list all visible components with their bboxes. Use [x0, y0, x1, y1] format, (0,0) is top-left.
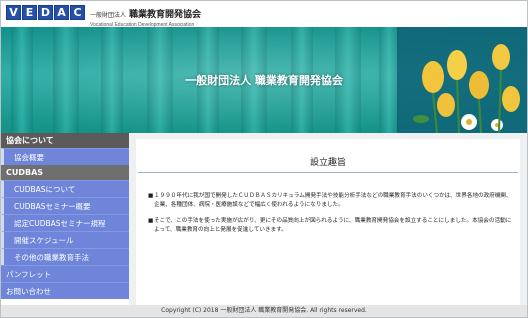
site-footer: Copyright (C) 2018 一般財団法人 職業教育開発協会. All …	[1, 305, 527, 317]
logo-letter: C	[70, 5, 85, 20]
org-title: 一般財団法人 職業教育開発協会 Vocational Education Deve…	[90, 4, 201, 28]
page-frame: V E D A C 一般財団法人 職業教育開発協会 Vocational Educ…	[0, 0, 528, 318]
hero-banner: 一般財団法人 職業教育開発協会	[1, 27, 527, 133]
bullet-icon: ■	[148, 193, 154, 199]
logo-letter: V	[6, 5, 21, 20]
bullet-icon: ■	[148, 218, 154, 224]
sidebar-item-seminar-rules[interactable]: 認定CUDBASセミナー規程	[1, 214, 129, 231]
paragraph-text: １９９０年代に我が国で開発したＣＵＤＢＡＳカリキュラム開発手法や技能分析手法など…	[154, 193, 512, 208]
purpose-paragraph-2: ■ そこで、この手法を使った実施が広がり、更にその品質向上が図られるように、職業…	[148, 217, 512, 235]
purpose-paragraph-1: ■ １９９０年代に我が国で開発したＣＵＤＢＡＳカリキュラム開発手法や技能分析手法…	[148, 192, 512, 210]
sidebar-section-about: 協会について	[1, 133, 129, 148]
logo-letter: E	[22, 5, 37, 20]
sidebar-section-cudbas: CUDBAS	[1, 165, 129, 180]
sidebar-item-pamphlet[interactable]: パンフレット	[1, 265, 129, 282]
vedac-logo[interactable]: V E D A C	[6, 5, 85, 20]
content-panel: 設立趣旨 ■ １９９０年代に我が国で開発したＣＵＤＢＡＳカリキュラム開発手法や技…	[136, 139, 520, 305]
logo-letter: D	[38, 5, 53, 20]
sidebar-item-overview[interactable]: 協会概要	[1, 148, 129, 165]
sidebar-item-about-cudbas[interactable]: CUDBASについて	[1, 180, 129, 197]
org-prefix: 一般財団法人	[90, 12, 127, 19]
title-divider	[138, 172, 518, 173]
org-name: 職業教育開発協会	[129, 10, 202, 20]
sidebar-item-seminar-overview[interactable]: CUDBASセミナー概要	[1, 197, 129, 214]
sidebar-item-schedule[interactable]: 開催スケジュール	[1, 231, 129, 248]
hero-title: 一般財団法人 職業教育開発協会	[185, 74, 343, 87]
site-header: V E D A C 一般財団法人 職業教育開発協会 Vocational Educ…	[1, 1, 527, 28]
logo-letter: A	[54, 5, 69, 20]
main-content: 設立趣旨 ■ １９９０年代に我が国で開発したＣＵＤＢＡＳカリキュラム開発手法や技…	[129, 133, 527, 305]
page-title: 設立趣旨	[309, 158, 346, 168]
paragraph-text: そこで、この手法を使った実施が広がり、更にその品質向上が図られるように、職業教育…	[154, 218, 512, 233]
sidebar-item-contact[interactable]: お問い合わせ	[1, 282, 129, 299]
sidebar-nav: 協会について 協会概要 CUDBAS CUDBASについて CUDBASセミナー…	[1, 133, 129, 305]
sidebar-item-other-methods[interactable]: その他の職業教育手法	[1, 248, 129, 265]
